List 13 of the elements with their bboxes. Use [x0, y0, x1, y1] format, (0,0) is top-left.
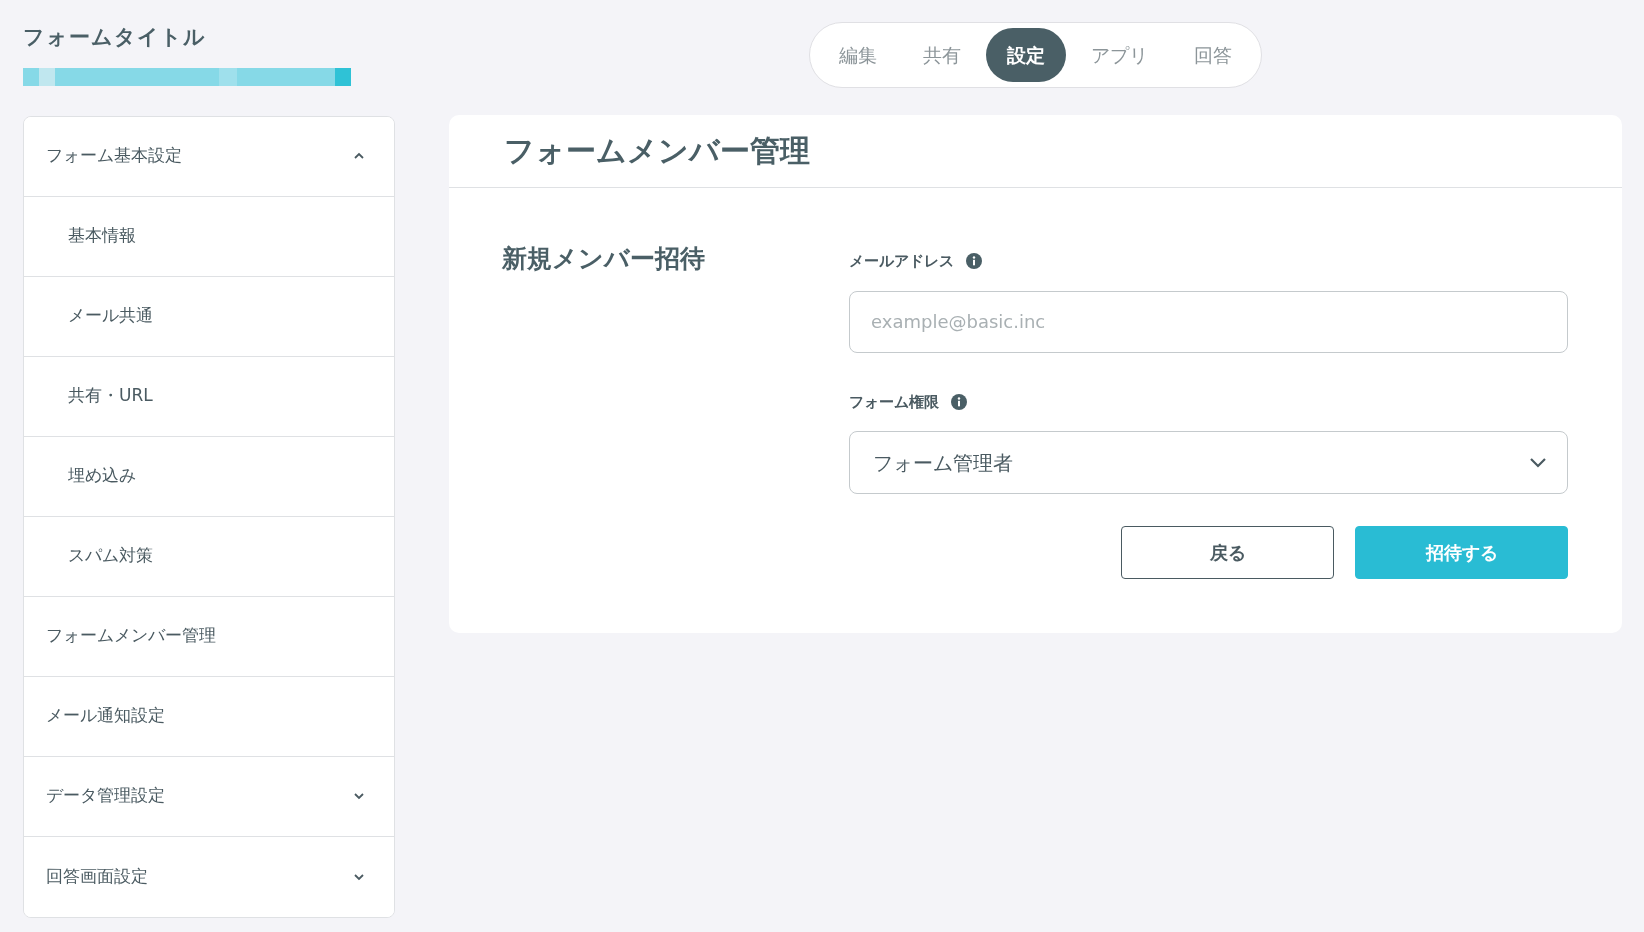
info-icon[interactable]	[966, 253, 982, 270]
email-input-field[interactable]: example@basic.inc	[849, 290, 1568, 353]
field-label: フォーム権限	[849, 391, 939, 413]
chevron-down-icon	[1529, 456, 1547, 469]
section-title: 新規メンバー招待	[502, 243, 706, 275]
panel-title: フォームメンバー管理	[504, 133, 811, 169]
sidebar-item[interactable]: フォーム基本設定	[24, 116, 394, 197]
permission-select[interactable]: フォーム管理者	[849, 431, 1568, 494]
form-title: フォームタイトル	[23, 24, 207, 51]
tab[interactable]: 設定	[986, 28, 1066, 82]
info-icon[interactable]	[951, 393, 967, 410]
field-label: メールアドレス	[849, 251, 954, 272]
back-button[interactable]: 戻る	[1121, 526, 1334, 579]
